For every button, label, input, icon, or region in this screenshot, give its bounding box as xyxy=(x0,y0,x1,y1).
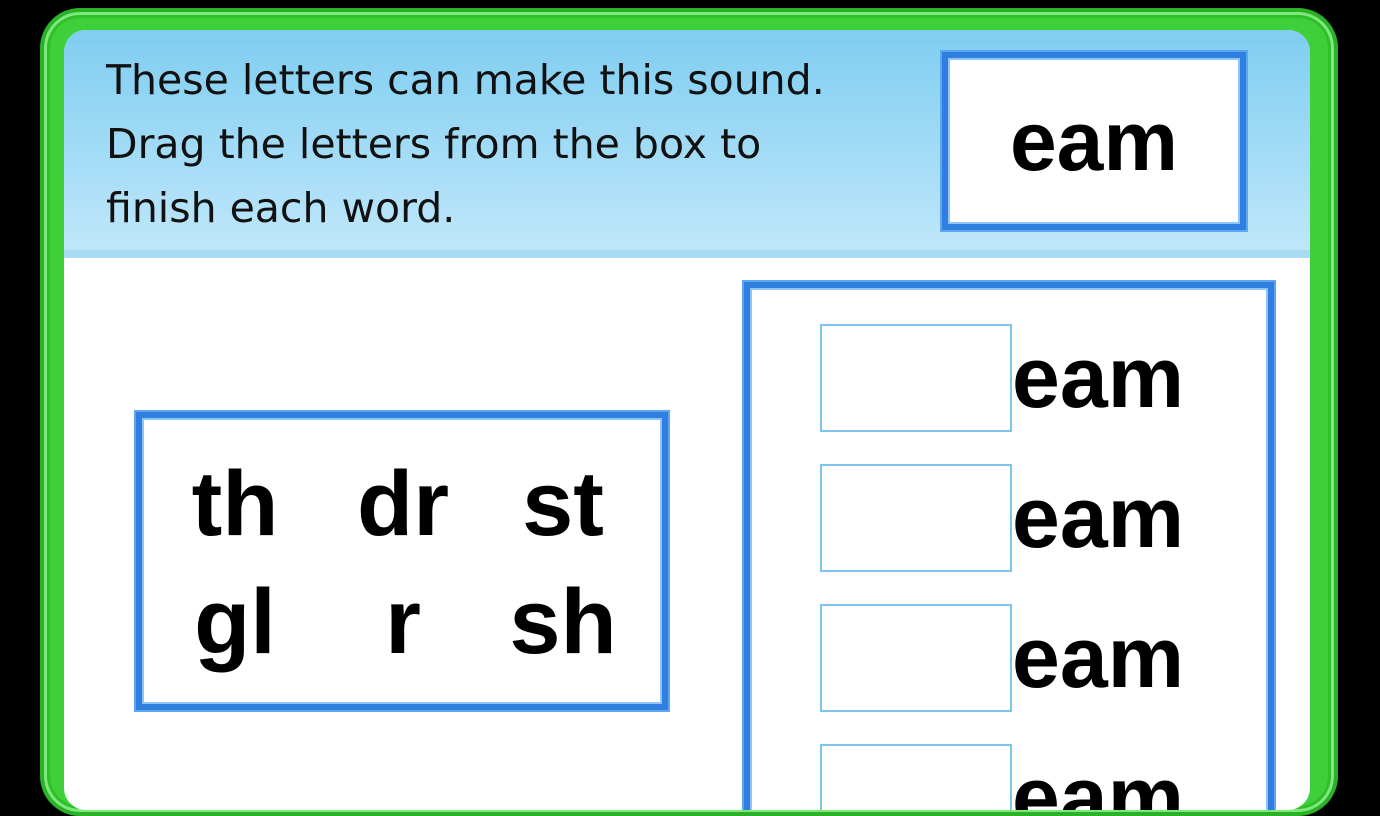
instructions-text: These letters can make this sound. Drag … xyxy=(106,48,936,240)
letter-tile-gl[interactable]: gl xyxy=(170,571,300,673)
word-ending-2: eam xyxy=(1012,469,1185,566)
word-ending-3: eam xyxy=(1012,609,1185,706)
letter-tile-dr[interactable]: dr xyxy=(338,453,468,555)
word-row-4: eam xyxy=(820,744,1240,810)
letter-tile-th[interactable]: th xyxy=(170,453,300,555)
drop-slot-1[interactable] xyxy=(820,324,1012,432)
instruction-line-3: finish each word. xyxy=(106,184,456,232)
letter-tile-r[interactable]: r xyxy=(338,571,468,673)
activity-card: These letters can make this sound. Drag … xyxy=(64,30,1310,810)
letter-bank: th dr st gl r sh xyxy=(136,412,668,710)
instruction-line-1: These letters can make this sound. xyxy=(106,56,825,104)
drop-slot-3[interactable] xyxy=(820,604,1012,712)
word-list-box: eam eam eam eam xyxy=(744,282,1274,810)
word-ending-4: eam xyxy=(1012,749,1185,811)
word-row-1: eam xyxy=(820,324,1240,432)
drop-slot-4[interactable] xyxy=(820,744,1012,810)
letter-tile-sh[interactable]: sh xyxy=(498,571,628,673)
sound-label: eam xyxy=(1009,93,1179,188)
word-row-3: eam xyxy=(820,604,1240,712)
sound-box: eam xyxy=(942,52,1246,230)
word-ending-1: eam xyxy=(1012,329,1185,426)
instruction-header: These letters can make this sound. Drag … xyxy=(64,30,1310,258)
instruction-line-2: Drag the letters from the box to xyxy=(106,120,762,168)
word-row-2: eam xyxy=(820,464,1240,572)
letter-tile-st[interactable]: st xyxy=(498,453,628,555)
drop-slot-2[interactable] xyxy=(820,464,1012,572)
